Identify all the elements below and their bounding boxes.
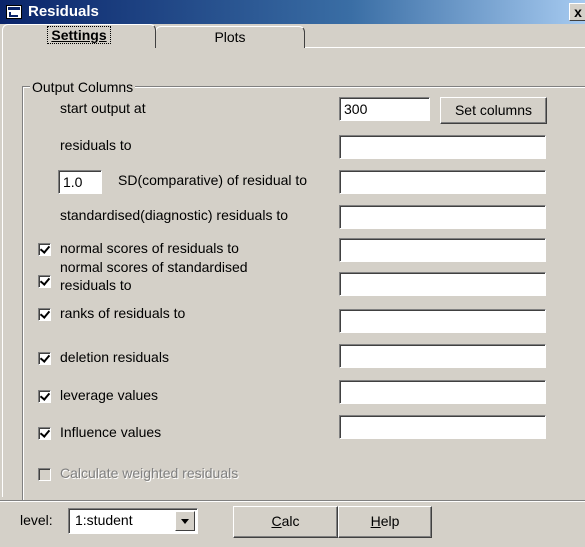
ranks-checkbox[interactable]	[38, 308, 51, 321]
influence-input[interactable]	[339, 415, 546, 439]
normal-scores-std-checkbox[interactable]	[38, 275, 51, 288]
leverage-label: leverage values	[60, 387, 159, 403]
start-output-label: start output at	[60, 100, 146, 116]
window-title: Residuals	[28, 3, 99, 20]
help-button[interactable]: Help	[338, 506, 432, 538]
residuals-input[interactable]	[339, 135, 546, 159]
footer-divider	[0, 500, 585, 502]
group-label: Output Columns	[30, 79, 136, 95]
calc-button[interactable]: Calc	[233, 506, 338, 538]
tab-plots[interactable]: Plots	[155, 26, 305, 48]
set-columns-button[interactable]: Set columns	[440, 97, 547, 124]
standardised-label: standardised(diagnostic) residuals to	[60, 207, 289, 223]
deletion-input[interactable]	[339, 344, 546, 368]
normal-scores-label: normal scores of residuals to	[60, 240, 239, 256]
start-output-input[interactable]: 300	[339, 97, 430, 121]
influence-label: Influence values	[60, 424, 162, 440]
close-button[interactable]: x	[569, 3, 585, 21]
deletion-checkbox[interactable]	[38, 352, 51, 365]
help-button-label: elp	[380, 513, 400, 529]
level-label: level:	[20, 512, 53, 528]
tab-settings-label: Settings	[47, 26, 111, 44]
weighted-checkbox[interactable]	[38, 468, 51, 481]
sd-label: SD(comparative) of residual to	[118, 172, 308, 188]
title-bar[interactable]: Residuals x	[0, 0, 585, 24]
calc-accelerator: C	[271, 513, 282, 529]
influence-checkbox[interactable]	[38, 427, 51, 440]
app-icon	[6, 5, 22, 19]
tab-plots-label: Plots	[214, 29, 246, 45]
weighted-label: Calculate weighted residuals	[60, 465, 239, 481]
calc-button-label: alc	[281, 513, 300, 529]
level-select-value: 1:student	[75, 512, 133, 528]
standardised-input[interactable]	[339, 205, 546, 229]
sd-multiplier-input[interactable]: 1.0	[58, 170, 102, 194]
normal-scores-std-label-2: residuals to	[60, 277, 132, 293]
deletion-label: deletion residuals	[60, 349, 169, 365]
normal-scores-std-label-1: normal scores of standardised	[60, 259, 248, 275]
ranks-label: ranks of residuals to	[60, 305, 186, 321]
level-select[interactable]: 1:student	[68, 508, 198, 534]
ranks-input[interactable]	[339, 309, 546, 333]
normal-scores-checkbox[interactable]	[38, 243, 51, 256]
sd-input[interactable]	[339, 170, 546, 194]
normal-scores-std-input[interactable]	[339, 272, 546, 296]
chevron-down-icon[interactable]	[175, 511, 195, 531]
leverage-input[interactable]	[339, 380, 546, 404]
leverage-checkbox[interactable]	[38, 390, 51, 403]
help-accelerator: H	[370, 513, 381, 529]
residuals-label: residuals to	[60, 137, 132, 153]
normal-scores-input[interactable]	[339, 238, 546, 262]
tab-settings[interactable]: Settings	[2, 24, 156, 48]
